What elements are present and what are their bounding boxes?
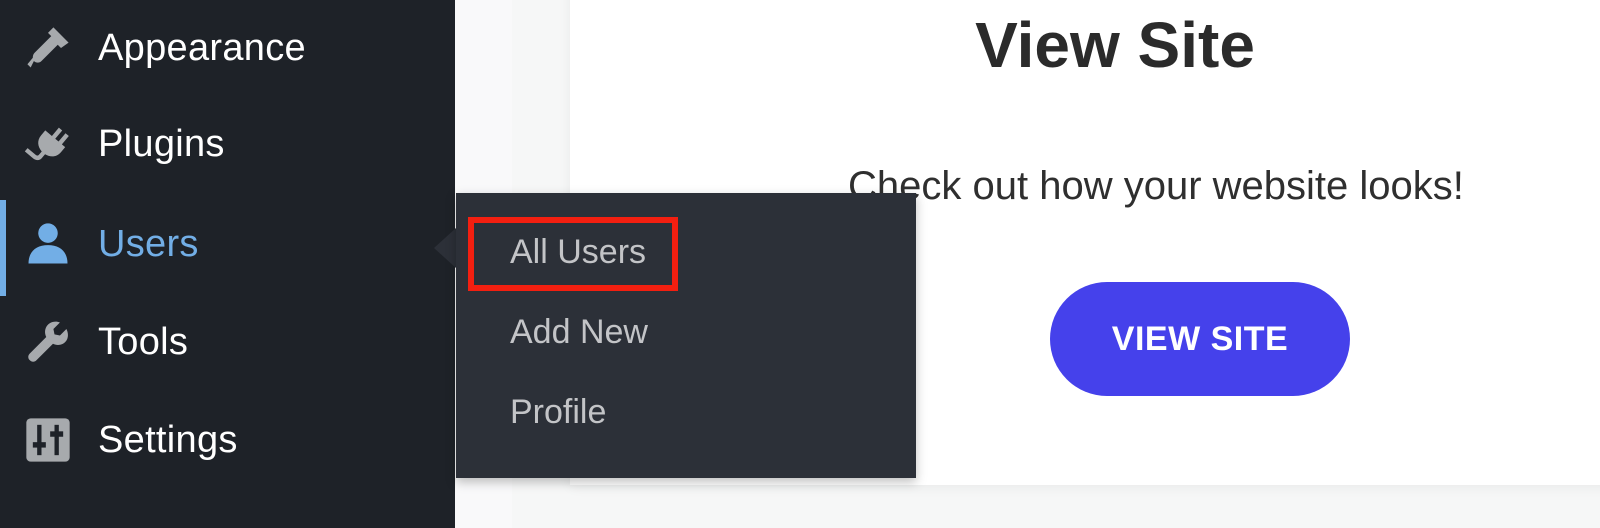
submenu-item-add-new[interactable]: Add New <box>510 313 648 352</box>
sidebar-item-label: Appearance <box>98 26 306 69</box>
sidebar-item-label: Users <box>98 222 199 265</box>
sidebar-item-settings[interactable]: Settings <box>0 392 455 488</box>
admin-sidebar: Appearance Plugins Users Tools Settings <box>0 0 455 528</box>
users-submenu: All Users Add New Profile <box>456 193 916 478</box>
sliders-icon <box>20 412 76 468</box>
sidebar-item-label: Settings <box>98 418 238 461</box>
sidebar-item-label: Plugins <box>98 122 225 165</box>
paintbrush-icon <box>20 20 76 76</box>
user-icon <box>20 216 76 272</box>
card-description: Check out how your website looks! <box>848 164 1464 208</box>
card-title: View Site <box>975 9 1255 81</box>
sidebar-item-appearance[interactable]: Appearance <box>0 0 455 96</box>
sidebar-item-users[interactable]: Users <box>0 196 455 296</box>
submenu-item-profile[interactable]: Profile <box>510 393 606 432</box>
sidebar-item-tools[interactable]: Tools <box>0 294 455 390</box>
view-site-button[interactable]: VIEW SITE <box>1050 282 1350 396</box>
plug-icon <box>20 116 76 172</box>
wrench-icon <box>20 314 76 370</box>
sidebar-item-plugins[interactable]: Plugins <box>0 96 455 192</box>
sidebar-item-label: Tools <box>98 320 189 363</box>
flyout-pointer <box>434 228 456 268</box>
submenu-item-all-users[interactable]: All Users <box>510 233 646 272</box>
